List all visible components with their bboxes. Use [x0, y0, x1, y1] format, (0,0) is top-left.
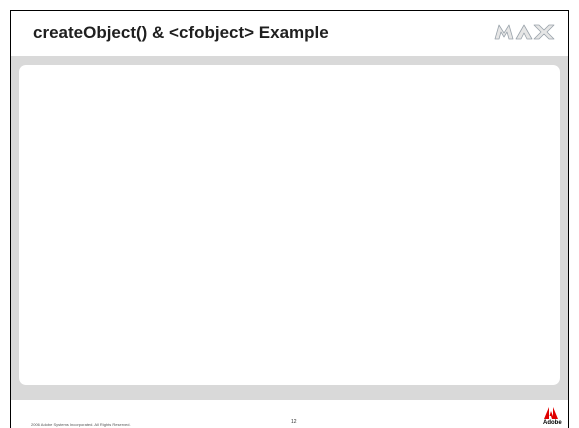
adobe-mark-icon: [544, 407, 558, 419]
content-panel: [19, 65, 560, 385]
adobe-brand-label: Adobe: [543, 420, 562, 426]
slide-header: createObject() & <cfobject> Example: [10, 10, 569, 56]
page-number: 12: [291, 419, 297, 425]
slide-title: createObject() & <cfobject> Example: [33, 23, 329, 42]
slide-body: [10, 56, 569, 400]
max-logo-icon: [494, 24, 555, 40]
copyright-text: 2006 Adobe Systems Incorporated. All Rig…: [31, 422, 131, 427]
slide: createObject() & <cfobject> Example 2006…: [0, 0, 579, 428]
slide-footer: 2006 Adobe Systems Incorporated. All Rig…: [10, 400, 569, 428]
adobe-logo-icon: Adobe: [543, 406, 562, 428]
